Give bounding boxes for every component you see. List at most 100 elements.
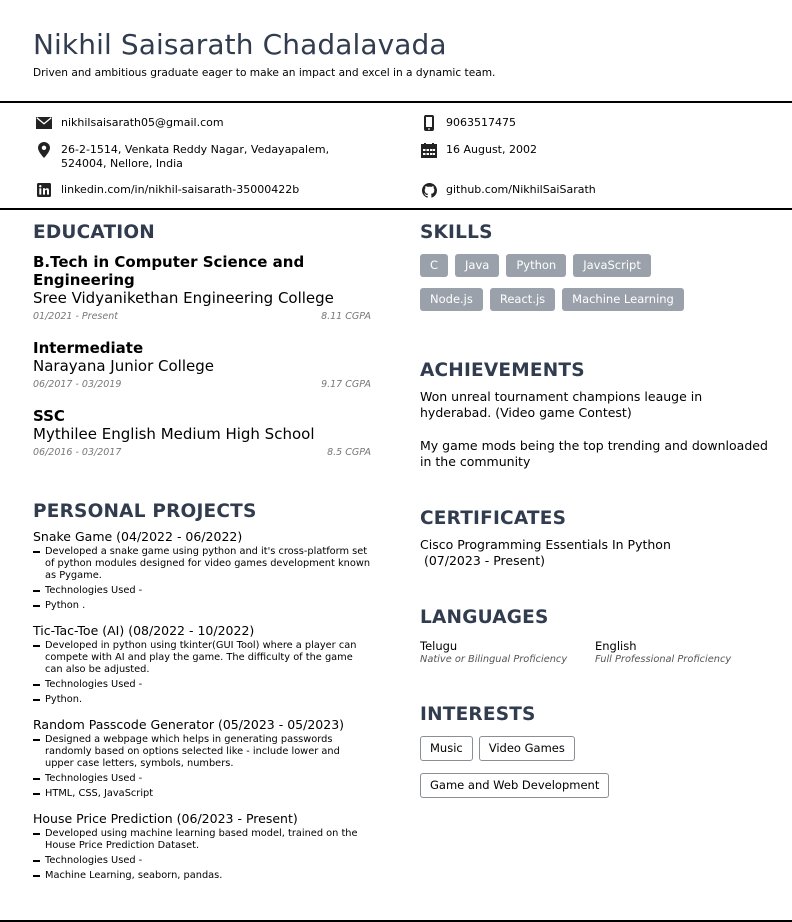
resume-header: Nikhil Saisarath Chadalavada Driven and …: [33, 28, 773, 79]
project-bullet: HTML, CSS, JavaScript: [33, 788, 371, 800]
project-bullet: Technologies Used -: [33, 585, 371, 597]
project-item: House Price Prediction (06/2023 - Presen…: [33, 811, 371, 882]
project-bullet: Python .: [33, 600, 371, 612]
project-item: Random Passcode Generator (05/2023 - 05/…: [33, 717, 371, 800]
contact-github[interactable]: github.com/NikhilSaiSarath: [420, 182, 596, 198]
skill-tag: Java: [455, 254, 500, 277]
linkedin-icon: [35, 183, 53, 197]
edu-score: 8.11 CGPA: [321, 311, 371, 322]
envelope-icon: [35, 116, 53, 130]
tagline: Driven and ambitious graduate eager to m…: [33, 67, 496, 79]
left-column: EDUCATION B.Tech in Computer Science and…: [33, 222, 371, 885]
project-bullets: Developed a snake game using python and …: [33, 546, 371, 612]
project-title: Snake Game (04/2022 - 06/2022): [33, 529, 243, 544]
certificate-dates: (07/2023 - Present): [420, 552, 546, 568]
project-bullet: Technologies Used -: [33, 773, 371, 785]
edu-meta: 01/2021 - Present 8.11 CGPA: [33, 311, 371, 322]
interests-list: Music Video Games Game and Web Developme…: [420, 736, 720, 798]
project-item: Snake Game (04/2022 - 06/2022) Developed…: [33, 529, 371, 612]
project-bullet: Developed a snake game using python and …: [33, 546, 371, 582]
edu-degree: SSC: [33, 407, 65, 425]
email-text: nikhilsaisarath05@gmail.com: [61, 116, 224, 129]
edu-dates: 01/2021 - Present: [33, 311, 118, 322]
edu-score: 8.5 CGPA: [327, 447, 371, 458]
github-icon: [420, 182, 438, 198]
contact-linkedin[interactable]: linkedin.com/in/nikhil-saisarath-3500042…: [35, 183, 299, 197]
language-item: English Full Professional Proficiency: [595, 639, 770, 666]
skill-tag: Node.js: [420, 288, 483, 311]
skill-tag: JavaScript: [573, 254, 651, 277]
right-column: SKILLS C Java Python JavaScript Node.js …: [420, 222, 770, 798]
interest-tag: Game and Web Development: [420, 773, 610, 798]
projects-title: PERSONAL PROJECTS: [33, 501, 257, 522]
interest-tag: Video Games: [478, 736, 575, 761]
edu-school: Sree Vidyanikethan Engineering College: [33, 289, 334, 307]
language-level: Full Professional Proficiency: [595, 654, 732, 665]
dob-text: 16 August, 2002: [446, 143, 537, 156]
skill-tag: Python: [506, 254, 567, 277]
skills-title: SKILLS: [420, 222, 493, 243]
skill-tag: Machine Learning: [562, 288, 684, 311]
edu-meta: 06/2016 - 03/2017 8.5 CGPA: [33, 447, 371, 458]
project-bullet: Designed a webpage which helps in genera…: [33, 734, 371, 770]
education-title: EDUCATION: [33, 222, 155, 243]
project-title: Tic-Tac-Toe (AI) (08/2022 - 10/2022): [33, 623, 255, 638]
calendar-icon: [420, 142, 438, 158]
skill-tag: React.js: [489, 288, 556, 311]
skills-list: C Java Python JavaScript Node.js React.j…: [420, 254, 720, 311]
interests-title: INTERESTS: [420, 704, 536, 725]
certificate-item: Cisco Programming Essentials In Python (…: [420, 537, 770, 568]
candidate-name: Nikhil Saisarath Chadalavada: [33, 28, 447, 61]
contact-divider: [0, 208, 792, 210]
project-item: Tic-Tac-Toe (AI) (08/2022 - 10/2022) Dev…: [33, 623, 371, 706]
achievement-item: My game mods being the top trending and …: [420, 438, 768, 469]
certificates-title: CERTIFICATES: [420, 508, 567, 529]
language-name: English: [595, 639, 637, 653]
skill-tag: C: [420, 254, 449, 277]
project-title: House Price Prediction (06/2023 - Presen…: [33, 811, 298, 826]
project-bullet: Technologies Used -: [33, 855, 371, 867]
education-item: SSC Mythilee English Medium High School …: [33, 407, 371, 458]
edu-degree: Intermediate: [33, 339, 144, 357]
map-pin-icon: [35, 142, 53, 158]
edu-degree: B.Tech in Computer Science and Engineeri…: [33, 253, 305, 289]
project-bullet: Python.: [33, 694, 371, 706]
edu-school: Narayana Junior College: [33, 357, 214, 375]
project-bullets: Developed in python using tkinter(GUI To…: [33, 640, 371, 706]
project-bullets: Designed a webpage which helps in genera…: [33, 734, 371, 800]
address-text: 26-2-1514, Venkata Reddy Nagar, Vedayapa…: [61, 143, 329, 171]
project-bullet: Technologies Used -: [33, 679, 371, 691]
project-bullets: Developed using machine learning based m…: [33, 828, 371, 882]
project-bullet: Developed using machine learning based m…: [33, 828, 371, 852]
contact-dob: 16 August, 2002: [420, 142, 537, 158]
language-item: Telugu Native or Bilingual Proficiency: [420, 639, 595, 666]
top-divider: [0, 101, 792, 103]
linkedin-text: linkedin.com/in/nikhil-saisarath-3500042…: [61, 183, 300, 196]
contact-phone[interactable]: 9063517475: [420, 115, 516, 131]
address-line-1: 26-2-1514, Venkata Reddy Nagar, Vedayapa…: [61, 143, 330, 156]
achievements-title: ACHIEVEMENTS: [420, 360, 585, 381]
education-item: B.Tech in Computer Science and Engineeri…: [33, 253, 371, 322]
edu-meta: 06/2017 - 03/2019 9.17 CGPA: [33, 379, 371, 390]
project-bullet: Machine Learning, seaborn, pandas.: [33, 870, 371, 882]
phone-text: 9063517475: [446, 116, 516, 129]
interest-tag: Music: [420, 736, 473, 761]
edu-dates: 06/2017 - 03/2019: [33, 379, 122, 390]
github-text: github.com/NikhilSaiSarath: [446, 183, 596, 196]
edu-dates: 06/2016 - 03/2017: [33, 447, 122, 458]
project-bullet: Developed in python using tkinter(GUI To…: [33, 640, 371, 676]
contact-address: 26-2-1514, Venkata Reddy Nagar, Vedayapa…: [35, 142, 329, 171]
certificate-name: Cisco Programming Essentials In Python: [420, 537, 671, 552]
languages-title: LANGUAGES: [420, 607, 549, 628]
mobile-phone-icon: [420, 115, 438, 131]
languages-list: Telugu Native or Bilingual Proficiency E…: [420, 639, 770, 666]
address-line-2: 524004, Nellore, India: [61, 157, 183, 170]
project-title: Random Passcode Generator (05/2023 - 05/…: [33, 717, 345, 732]
contact-email[interactable]: nikhilsaisarath05@gmail.com: [35, 116, 224, 130]
language-level: Native or Bilingual Proficiency: [420, 654, 568, 665]
edu-score: 9.17 CGPA: [321, 379, 371, 390]
language-name: Telugu: [420, 639, 458, 653]
achievements-list: Won unreal tournament champions leauge i…: [420, 389, 770, 469]
achievement-item: Won unreal tournament champions leauge i…: [420, 389, 703, 420]
education-item: Intermediate Narayana Junior College 06/…: [33, 339, 371, 390]
